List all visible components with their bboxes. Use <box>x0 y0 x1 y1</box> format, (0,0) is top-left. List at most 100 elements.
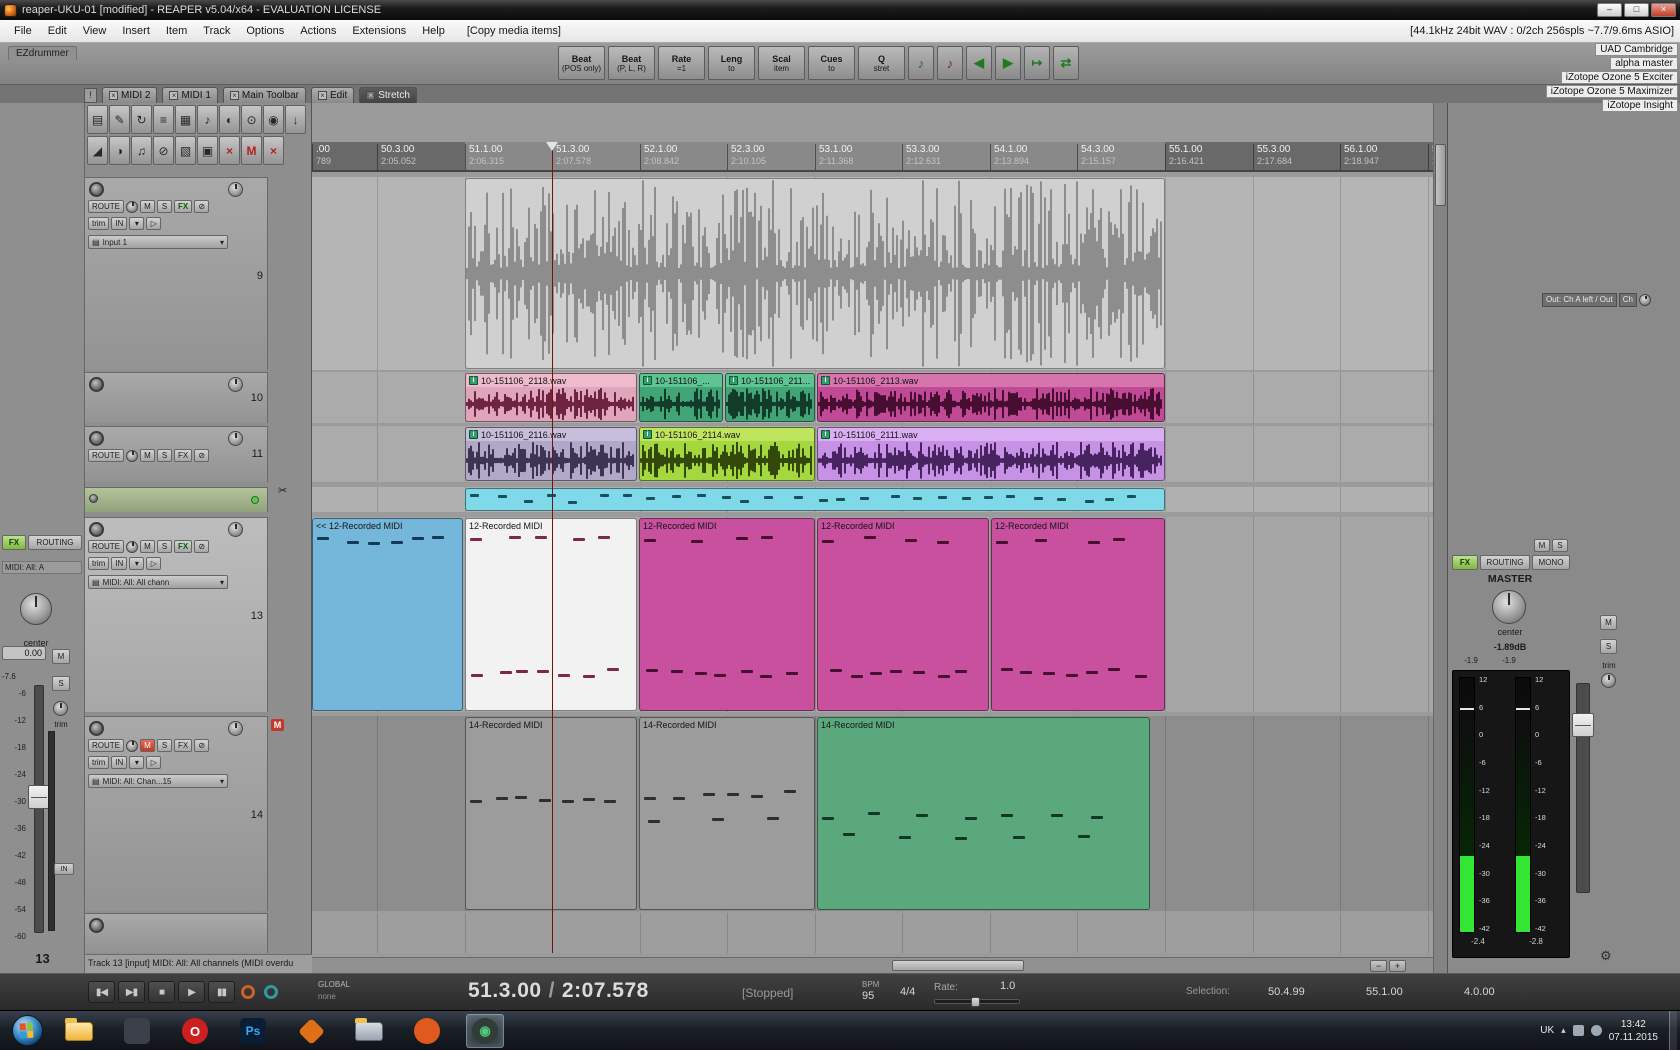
strip-pan-knob[interactable] <box>20 593 52 625</box>
vertical-scrollbar[interactable] <box>1433 103 1447 973</box>
fx-slot-2[interactable]: iZotope Ozone 5 Exciter <box>1560 71 1678 84</box>
mute-button[interactable]: M <box>140 200 155 213</box>
menu-options[interactable]: Options <box>238 20 292 43</box>
item-notes-icon[interactable]: i <box>729 376 738 385</box>
solo-button[interactable]: S <box>157 449 172 462</box>
strip-input-button[interactable]: IN <box>54 863 74 875</box>
master-pan-knob[interactable] <box>1492 590 1526 624</box>
item-notes-icon[interactable]: i <box>643 430 652 439</box>
fx-slot-4[interactable]: iZotope Insight <box>1602 99 1678 112</box>
move-item-right-icon[interactable]: ↦ <box>1024 46 1050 80</box>
master-trim-knob[interactable] <box>1601 673 1616 688</box>
bpm-value[interactable]: 95 <box>862 990 874 1002</box>
grid-icon-r1-9[interactable]: ↓ <box>285 105 306 134</box>
toolbar-text-button-4[interactable]: Scal item <box>758 46 805 80</box>
strip-volume-value[interactable]: 0.00 <box>2 646 46 660</box>
envelope-button[interactable]: ▾ <box>129 217 145 230</box>
io-box-0[interactable]: Out: Ch A left / Out <box>1542 293 1617 307</box>
toolbar-text-button-3[interactable]: Leng to <box>708 46 755 80</box>
master-solo-side-button[interactable]: S <box>1600 639 1617 654</box>
tab-close-icon[interactable]: × <box>169 91 179 100</box>
track-header-13[interactable]: ROUTE M S FX ⊘ trim IN ▾ ▷ ▤ MIDI: All: All chann ▾… <box>85 517 268 712</box>
language-indicator[interactable]: UK <box>1540 1025 1554 1036</box>
lane-track-13-item-4[interactable]: 12-Recorded MIDI <box>991 518 1165 711</box>
record-button[interactable] <box>241 985 255 999</box>
vscroll-thumb[interactable] <box>1435 144 1446 206</box>
strip-mute-button[interactable]: M <box>52 649 70 664</box>
playhead-marker[interactable] <box>546 142 558 151</box>
envelope-button[interactable]: ▾ <box>129 756 145 769</box>
ruler-tick-11[interactable]: 55.3.00 2:17.684 <box>1253 144 1292 170</box>
strip-trim-knob[interactable] <box>53 701 68 716</box>
envelope-button[interactable]: ▾ <box>129 557 145 570</box>
lane-track-13-item-2[interactable]: 12-Recorded MIDI <box>639 518 815 711</box>
lane-track-12-item-0[interactable] <box>465 488 1165 511</box>
menu-file[interactable]: File <box>6 20 40 43</box>
selection-length[interactable]: 4.0.00 <box>1464 986 1495 998</box>
lane-track-14-item-2[interactable]: 14-Recorded MIDI <box>817 717 1150 910</box>
lane-track-10-item-3[interactable]: i 10-151106_2113.wav <box>817 373 1165 422</box>
go-to-start-button[interactable]: ▮◀ <box>88 981 115 1003</box>
playhead[interactable] <box>552 142 553 953</box>
mute-button[interactable]: M <box>140 540 155 553</box>
record-arm-button[interactable] <box>89 721 104 736</box>
docker-tab-ezdrummer[interactable]: EZdrummer <box>8 46 77 60</box>
ruler-tick-10[interactable]: 55.1.00 2:16.421 <box>1165 144 1204 170</box>
grid-icon-r1-8[interactable]: ◉ <box>263 105 284 134</box>
strip-fader-thumb[interactable] <box>28 785 50 809</box>
master-fader-thumb[interactable] <box>1572 713 1594 737</box>
ruler-tick-1[interactable]: 50.3.00 2:05.052 <box>377 144 416 170</box>
mute-button[interactable]: M <box>140 449 155 462</box>
pan-knob[interactable] <box>126 200 138 213</box>
grid-icon-r2-6[interactable]: × <box>219 136 240 165</box>
track-header-14[interactable]: ROUTE M S FX ⊘ trim IN ▾ ▷ ▤ MIDI: All: Chan...15 ▾… <box>85 716 268 911</box>
io-box-1[interactable]: Ch <box>1618 293 1637 307</box>
ruler-tick-0[interactable]: .00 789 <box>312 144 331 170</box>
ruler-tick-5[interactable]: 52.3.00 2:10.105 <box>727 144 766 170</box>
time-signature[interactable]: 4/4 <box>900 986 915 998</box>
maximize-button[interactable]: □ <box>1624 3 1649 17</box>
item-notes-icon[interactable]: i <box>469 376 478 385</box>
record-arm-button[interactable] <box>89 918 104 933</box>
trim-button[interactable]: trim <box>88 217 110 230</box>
grid-icon-r2-7[interactable]: M <box>241 136 262 165</box>
toolbar-text-button-6[interactable]: Qstret <box>858 46 905 80</box>
track-header-10[interactable]: 10 <box>85 372 268 423</box>
ruler-tick-8[interactable]: 54.1.00 2:13.894 <box>990 144 1029 170</box>
tab-stretch[interactable]: × Stretch <box>359 87 417 103</box>
route-button[interactable]: ROUTE <box>88 200 124 213</box>
automation-block[interactable]: GLOBAL none <box>318 980 350 1001</box>
ruler-tick-9[interactable]: 54.3.00 2:15.157 <box>1077 144 1116 170</box>
item-notes-icon[interactable]: i <box>821 430 830 439</box>
close-button[interactable]: × <box>1651 3 1676 17</box>
route-button[interactable]: ROUTE <box>88 739 124 752</box>
ruler-tick-4[interactable]: 52.1.00 2:08.842 <box>640 144 679 170</box>
menu-item[interactable]: Item <box>158 20 195 43</box>
fx-slot-3[interactable]: iZotope Ozone 5 Maximizer <box>1545 85 1678 98</box>
lane-track-10-item-0[interactable]: i 10-151106_2118.wav <box>465 373 637 422</box>
lane-track-14[interactable]: 14-Recorded MIDI 14-Recorded MIDI 14-Recor… <box>312 716 1433 911</box>
grid-icon-r1-4[interactable]: ▦ <box>175 105 196 134</box>
lane-track-13-item-3[interactable]: 12-Recorded MIDI <box>817 518 989 711</box>
track-header-11[interactable]: ROUTE M S FX ⊘ 11 <box>85 426 268 482</box>
fx-button[interactable]: FX <box>174 200 193 213</box>
tab-close-icon[interactable]: × <box>366 91 376 100</box>
selection-start[interactable]: 50.4.99 <box>1268 986 1305 998</box>
rate-slider-thumb[interactable] <box>971 997 980 1007</box>
strip-midi-input-label[interactable]: MIDI: All: A <box>2 561 82 574</box>
monitor-play-button[interactable]: ▷ <box>146 217 162 230</box>
record-arm-button[interactable] <box>89 431 104 446</box>
route-button[interactable]: ROUTE <box>88 449 124 462</box>
hscroll-thumb[interactable] <box>892 960 1024 971</box>
go-to-end-button[interactable]: ▶▮ <box>118 981 145 1003</box>
master-fx-button[interactable]: FX <box>1452 555 1478 570</box>
lane-track-13-item-1[interactable]: 12-Recorded MIDI <box>465 518 637 711</box>
menu-actions[interactable]: Actions <box>292 20 344 43</box>
grid-icon-r2-2[interactable]: ♫ <box>131 136 152 165</box>
play-button[interactable]: ▶ <box>178 981 205 1003</box>
fx-bypass-button[interactable]: ⊘ <box>194 739 210 752</box>
fx-slot-1[interactable]: alpha master <box>1610 57 1678 70</box>
solo-button[interactable]: S <box>157 540 172 553</box>
fx-bypass-button[interactable]: ⊘ <box>194 449 210 462</box>
arrange-view[interactable]: .00 789 50.3.00 2:05.052 51.1.00 2:06.315 51.3… <box>312 103 1433 973</box>
